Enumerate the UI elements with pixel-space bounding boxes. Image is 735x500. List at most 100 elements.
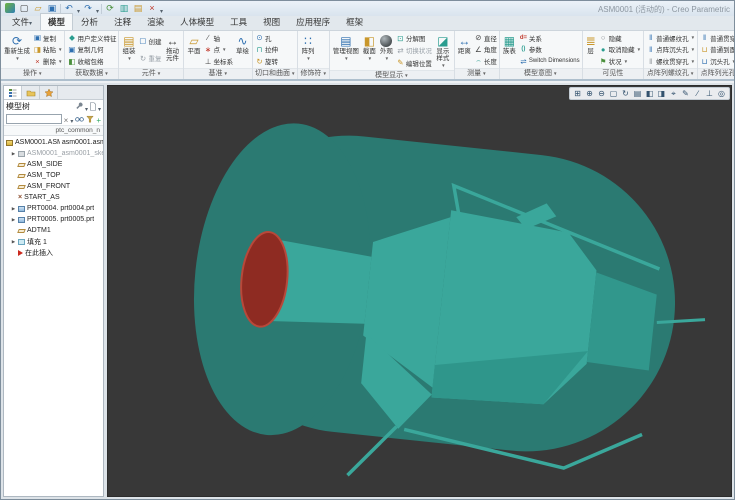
manage-views-button[interactable]: 管理视图: [332, 32, 360, 69]
group-label-modifiers[interactable]: 修饰符: [298, 68, 328, 79]
tree-column-header[interactable]: ptc_common_n: [4, 126, 103, 136]
zoom-box-icon[interactable]: [572, 88, 583, 99]
plane-button[interactable]: 平面: [186, 32, 201, 67]
length-button[interactable]: 长度: [474, 56, 497, 67]
normal-threaded-hole-button[interactable]: 普通螺纹孔: [646, 32, 695, 43]
tree-item-assembly[interactable]: ASM0001.ASM asm0001.asm: [4, 137, 103, 148]
copy-geometry-button[interactable]: 复制几何: [67, 44, 116, 55]
distance-button[interactable]: 距离: [457, 32, 472, 67]
toggle-status-button[interactable]: 切换状况: [396, 45, 432, 56]
sections-button[interactable]: 截面: [362, 32, 377, 69]
status-button[interactable]: 状况: [599, 56, 641, 67]
tab-view[interactable]: 视图: [255, 13, 288, 30]
model-tree-tab[interactable]: [4, 86, 22, 99]
pattern-counterbore-hole-button[interactable]: 点阵沉头孔: [646, 44, 695, 55]
layers-button[interactable]: 层: [585, 32, 597, 67]
tab-applications[interactable]: 应用程序: [288, 13, 338, 30]
appearance-button[interactable]: 外观: [379, 32, 394, 69]
repeat-button[interactable]: 重复: [138, 53, 161, 64]
spin-center-icon[interactable]: [716, 88, 727, 99]
tab-analysis[interactable]: 分析: [73, 13, 106, 30]
saved-orientations-icon[interactable]: [632, 88, 643, 99]
group-label-model-display[interactable]: 模型显示: [330, 70, 454, 81]
unhide-button[interactable]: 取消隐藏: [599, 44, 641, 55]
regenerate-button[interactable]: 重新生成: [3, 32, 31, 67]
angle-button[interactable]: 角度: [474, 44, 497, 55]
point-button[interactable]: 点: [203, 44, 233, 55]
group-label-get-data[interactable]: 获取数据: [65, 68, 118, 79]
tree-item-prt0004[interactable]: PRT0004. prt0004.prt: [4, 203, 103, 214]
tree-item-adtm1[interactable]: ADTM1: [4, 225, 103, 236]
family-table-button[interactable]: 族表: [502, 32, 517, 67]
perspective-icon[interactable]: [656, 88, 667, 99]
assemble-button[interactable]: 组装: [121, 32, 136, 67]
group-label-visibility[interactable]: 可见性: [583, 68, 644, 79]
tab-render[interactable]: 渲染: [139, 13, 172, 30]
tab-framework[interactable]: 框架: [338, 13, 371, 30]
repaint-icon[interactable]: [620, 88, 631, 99]
display-style-button[interactable]: 显示样式: [434, 32, 452, 69]
axis-button[interactable]: 轴: [203, 32, 233, 43]
shrinkwrap-button[interactable]: 收缩包络: [67, 56, 116, 67]
normal-through-button[interactable]: 普通贯穿: [700, 32, 734, 43]
group-label-operations[interactable]: 操作: [1, 68, 64, 79]
refit-icon[interactable]: [608, 88, 619, 99]
sketch-button[interactable]: 草绘: [235, 32, 250, 67]
group-label-component[interactable]: 元件: [119, 68, 183, 79]
expand-arrow-icon[interactable]: [11, 150, 16, 157]
tree-item-start-csys[interactable]: START_AS: [4, 192, 103, 203]
exploded-view-button[interactable]: 分解图: [396, 33, 432, 44]
udf-button[interactable]: 用户定义特征: [67, 32, 116, 43]
group-label-pattern-threaded-holes[interactable]: 点阵列螺纹孔: [644, 68, 697, 79]
create-component-button[interactable]: 创建: [138, 35, 161, 46]
tab-file[interactable]: 文件: [4, 13, 40, 30]
diameter-button[interactable]: 直径: [474, 32, 497, 43]
relations-button[interactable]: d=关系: [519, 32, 580, 43]
expand-arrow-icon[interactable]: [11, 238, 16, 245]
datum-display-icon[interactable]: [668, 88, 679, 99]
expand-arrow-icon[interactable]: [11, 205, 16, 212]
graphics-area[interactable]: [107, 85, 732, 497]
group-label-measure[interactable]: 测量: [455, 68, 499, 79]
expand-arrow-icon[interactable]: [11, 216, 16, 223]
tree-item-asm-front[interactable]: ASM_FRONT: [4, 181, 103, 192]
hide-button[interactable]: 隐藏: [599, 32, 641, 43]
revolve-button[interactable]: 旋转: [255, 56, 278, 67]
tree-search-input[interactable]: [6, 114, 62, 124]
tree-item-skeleton[interactable]: ASM0001_asm0001_skel000: [4, 148, 103, 159]
tree-item-fill-1[interactable]: 填充 1: [4, 236, 103, 247]
hole-button[interactable]: 孔: [255, 32, 278, 43]
csys-button[interactable]: 坐标系: [203, 56, 233, 67]
display-style-icon[interactable]: [644, 88, 655, 99]
switch-dimensions-button[interactable]: Switch Dimensions: [519, 56, 580, 67]
parameters-button[interactable]: ()参数: [519, 44, 580, 55]
tree-item-asm-side[interactable]: ASM_SIDE: [4, 159, 103, 170]
zoom-out-icon[interactable]: [596, 88, 607, 99]
tab-tools[interactable]: 工具: [222, 13, 255, 30]
extrude-button[interactable]: 拉伸: [255, 44, 278, 55]
tree-item-insert-here[interactable]: 在此插入: [4, 247, 103, 258]
tab-annotate[interactable]: 注释: [106, 13, 139, 30]
tab-manikin[interactable]: 人体模型: [172, 13, 222, 30]
folder-browser-tab[interactable]: [22, 86, 40, 99]
copy-button[interactable]: 复制: [33, 32, 62, 43]
tree-item-asm-top[interactable]: ASM_TOP: [4, 170, 103, 181]
axis-display-icon[interactable]: [692, 88, 703, 99]
counterbore-button[interactable]: 沉头孔: [700, 56, 734, 67]
drag-components-button[interactable]: 拖动元件: [163, 32, 181, 67]
tree-item-prt0005[interactable]: PRT0005. prt0005.prt: [4, 214, 103, 225]
paste-button[interactable]: 粘贴: [33, 44, 62, 55]
normal-to-face-button[interactable]: 普通到面: [700, 44, 734, 55]
group-label-cut-surface[interactable]: 切口和曲面: [253, 68, 297, 79]
group-label-pattern-plain-holes[interactable]: 点阵列光孔: [698, 68, 734, 79]
edit-position-button[interactable]: 编辑位置: [396, 57, 432, 68]
zoom-in-icon[interactable]: [584, 88, 595, 99]
annotation-display-icon[interactable]: [680, 88, 691, 99]
delete-button[interactable]: 删除: [33, 56, 62, 67]
group-label-datum[interactable]: 基准: [184, 68, 252, 79]
pattern-button[interactable]: 阵列: [300, 32, 315, 67]
tab-model[interactable]: 模型: [40, 13, 73, 30]
threaded-through-hole-button[interactable]: 螺纹贯穿孔: [646, 56, 695, 67]
3d-model-canvas[interactable]: [108, 86, 731, 496]
favorites-tab[interactable]: [40, 86, 58, 99]
